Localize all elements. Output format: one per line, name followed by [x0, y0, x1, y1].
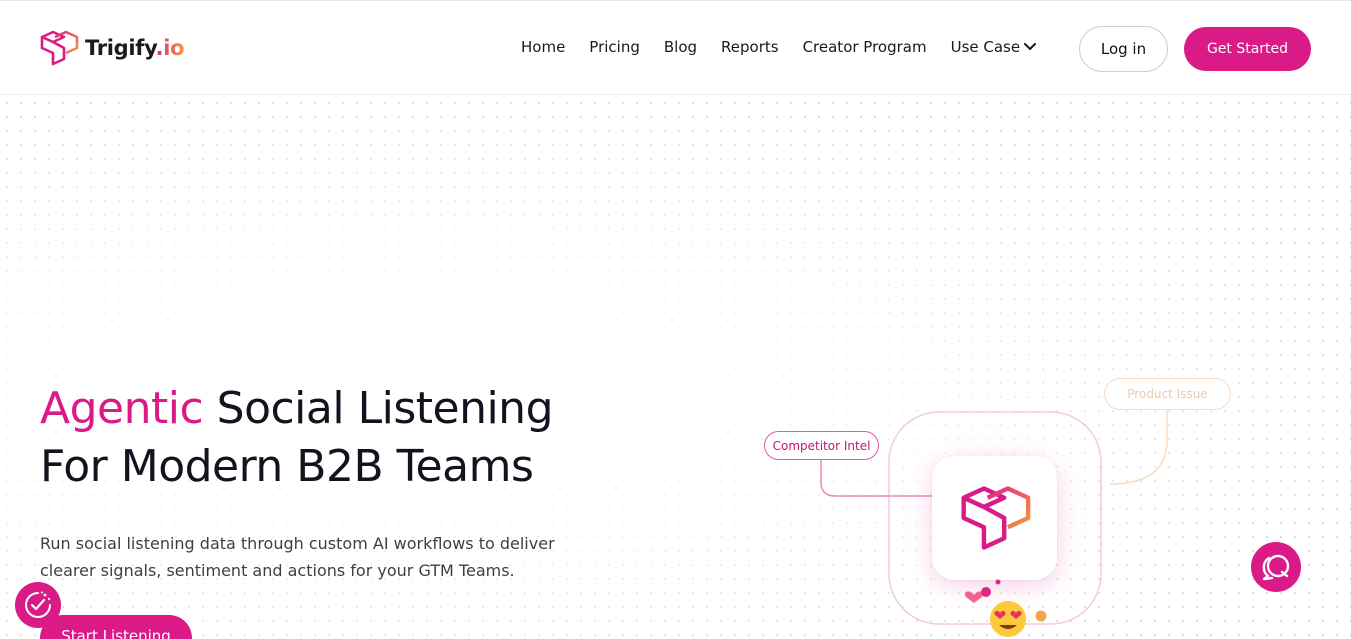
trigify-logo-icon: [40, 30, 79, 66]
main-nav: Home Pricing Blog Reports Creator Progra…: [521, 38, 1037, 56]
connector-product: [1109, 410, 1168, 485]
headline-line1-rest: Social Listening: [203, 383, 554, 434]
nav-pricing[interactable]: Pricing: [589, 38, 640, 56]
subtext-line2: clearer signals, sentiment and actions f…: [40, 561, 515, 580]
center-logo-card: [932, 456, 1057, 580]
cookie-consent-icon: [25, 591, 51, 618]
trigify-logo-icon: [960, 486, 1030, 550]
dot-small: [995, 579, 1001, 585]
chat-bubble-icon: [1262, 554, 1290, 581]
chevron-down-icon: [1024, 43, 1037, 50]
dot-pink: [981, 587, 991, 597]
nav-home[interactable]: Home: [521, 38, 565, 56]
headline-accent-word: Agentic: [40, 383, 204, 434]
chat-widget-button[interactable]: [1251, 542, 1301, 592]
hero-subtext: Run social listening data through custom…: [40, 530, 620, 584]
hero-headline: Agentic Social Listening For Modern B2B …: [40, 380, 553, 496]
reaction-decorations: [964, 579, 1047, 637]
nav-use-case-dropdown[interactable]: Use Case: [951, 38, 1037, 56]
nav-reports[interactable]: Reports: [721, 38, 779, 56]
site-header: Trigify.io Home Pricing Blog Reports Cre…: [0, 1, 1351, 95]
tag-competitor-intel: Competitor Intel: [764, 431, 879, 460]
tag-product-issue: Product Issue: [1104, 378, 1231, 410]
heart-icon: [964, 591, 984, 603]
dot-orange: [1035, 610, 1047, 622]
nav-creator-program[interactable]: Creator Program: [803, 38, 927, 56]
headline-line2: For Modern B2B Teams: [40, 441, 534, 492]
brand-logo[interactable]: Trigify.io: [39, 29, 185, 67]
start-listening-button[interactable]: Start Listening: [40, 615, 192, 639]
get-started-button[interactable]: Get Started: [1184, 27, 1311, 71]
brand-name: Trigify.io: [85, 36, 185, 60]
subtext-line1: Run social listening data through custom…: [40, 534, 555, 553]
cookie-consent-button[interactable]: [15, 582, 61, 628]
nav-blog[interactable]: Blog: [664, 38, 697, 56]
heart-eyes-emoji-icon: [990, 601, 1026, 637]
login-button[interactable]: Log in: [1079, 26, 1168, 72]
use-case-label: Use Case: [950, 38, 1021, 56]
